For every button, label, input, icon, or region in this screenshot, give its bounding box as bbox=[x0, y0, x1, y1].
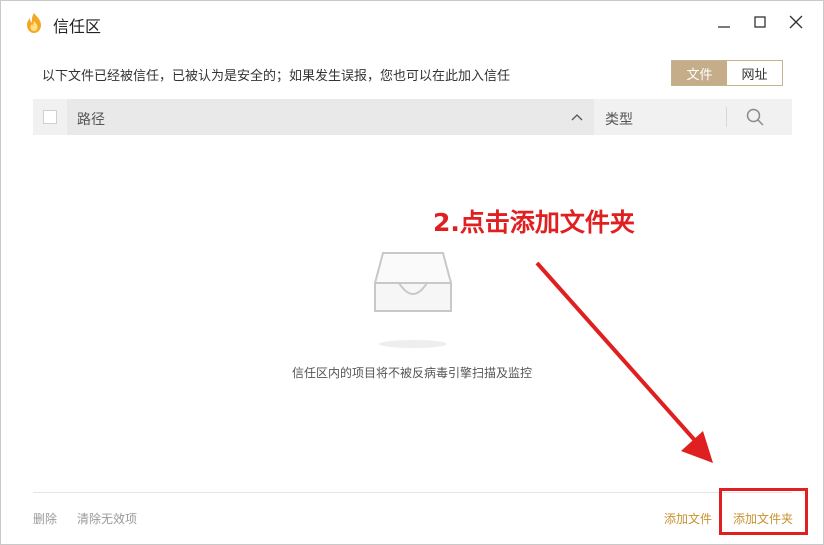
header-divider bbox=[726, 107, 727, 127]
file-url-toggle: 文件 网址 bbox=[671, 60, 783, 86]
sort-up-icon[interactable] bbox=[571, 111, 583, 123]
title-bar[interactable]: 信任区 bbox=[1, 1, 823, 43]
add-file-button[interactable]: 添加文件 bbox=[664, 510, 712, 527]
search-icon[interactable] bbox=[745, 107, 765, 127]
annotation-highlight-box bbox=[719, 488, 808, 535]
column-header-path[interactable]: 路径 bbox=[67, 99, 594, 135]
column-path-label: 路径 bbox=[77, 112, 105, 128]
tab-file[interactable]: 文件 bbox=[672, 61, 727, 85]
trust-description: 以下文件已经被信任，已被认为是安全的；如果发生误报，您也可以在此加入信任 bbox=[42, 69, 511, 84]
annotation-arrow bbox=[535, 261, 713, 463]
tab-url[interactable]: 网址 bbox=[727, 61, 782, 85]
select-all-checkbox[interactable] bbox=[43, 110, 57, 124]
trust-zone-window: 信任区 以下文件已经被信任，已被认为是安全的；如果发生误报，您也可以在此加入信任… bbox=[0, 0, 824, 545]
maximize-icon[interactable] bbox=[751, 13, 769, 31]
column-type-label[interactable]: 类型 bbox=[605, 109, 633, 129]
empty-tray-icon bbox=[373, 252, 453, 348]
table-header: 路径 类型 bbox=[33, 99, 792, 135]
close-icon[interactable] bbox=[787, 13, 805, 31]
empty-message: 信任区内的项目将不被反病毒引擎扫描及监控 bbox=[292, 366, 533, 380]
annotation-text: 2.点击添加文件夹 bbox=[433, 208, 635, 237]
window-title: 信任区 bbox=[53, 17, 102, 36]
footer-divider bbox=[33, 492, 792, 493]
flame-shield-icon bbox=[27, 13, 41, 33]
clear-invalid-button[interactable]: 清除无效项 bbox=[77, 510, 137, 527]
minimize-icon[interactable] bbox=[715, 13, 733, 31]
delete-button[interactable]: 删除 bbox=[33, 510, 57, 527]
